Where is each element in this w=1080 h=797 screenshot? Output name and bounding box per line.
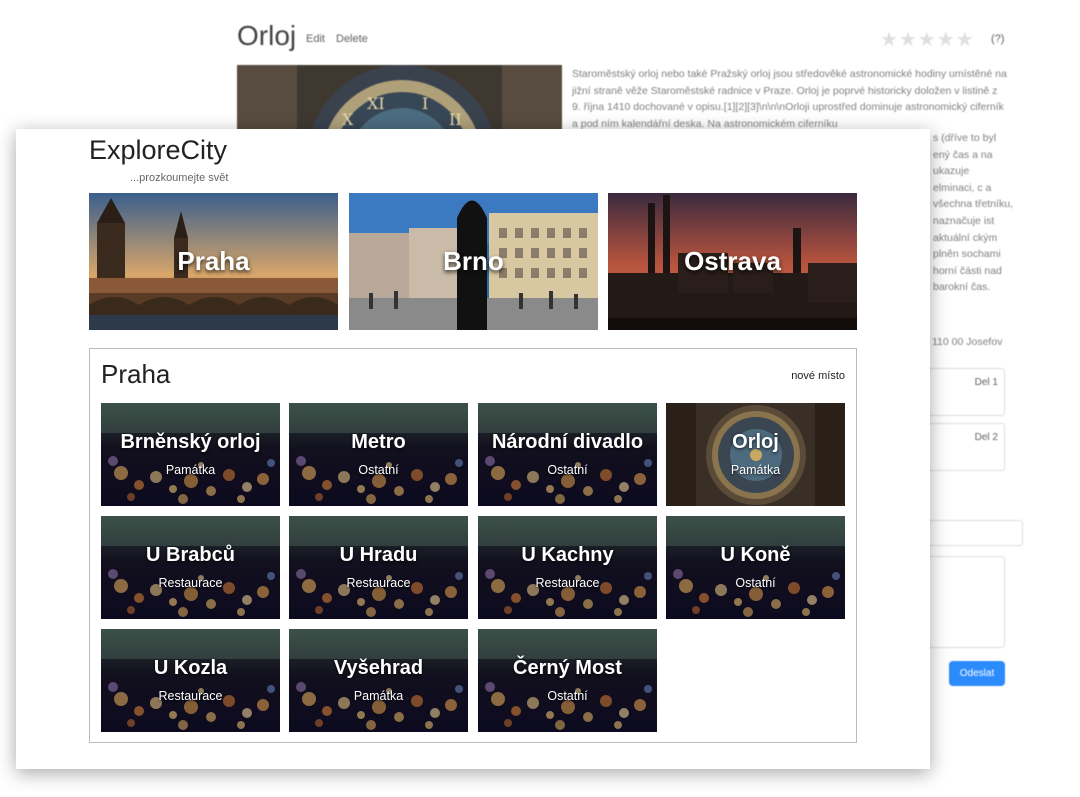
delete-link[interactable]: Delete bbox=[336, 33, 368, 45]
place-name: Národní divadlo bbox=[491, 431, 644, 453]
place-title: Orloj bbox=[237, 20, 297, 51]
bokeh-lights-image bbox=[101, 403, 280, 506]
panel-title: Praha bbox=[101, 359, 171, 389]
place-name: Orloj bbox=[732, 431, 779, 453]
screenshot-stage: Orloj Edit Delete ★★★★★ (?) X XI I II St… bbox=[0, 0, 1080, 797]
place-type: Památka bbox=[353, 689, 404, 703]
bokeh-lights-image bbox=[478, 403, 657, 506]
rating-count: (?) bbox=[991, 33, 1005, 45]
bokeh-lights-image bbox=[478, 516, 657, 619]
place-name: U Kozla bbox=[153, 657, 228, 679]
place-card[interactable]: Orloj Památka bbox=[666, 403, 845, 506]
bokeh-lights-image bbox=[289, 516, 468, 619]
place-name: U Hradu bbox=[339, 544, 418, 566]
place-name: U Brabců bbox=[146, 544, 235, 566]
new-place-link[interactable]: nové místo bbox=[791, 370, 845, 382]
city-tile-praha[interactable]: Praha bbox=[89, 193, 338, 330]
place-address: 110 00 Josefov bbox=[932, 336, 1003, 348]
place-name: Vyšehrad bbox=[333, 657, 424, 679]
place-type: Ostatní bbox=[547, 689, 588, 703]
city-name: Ostrava bbox=[684, 246, 781, 276]
svg-text:XI: XI bbox=[367, 94, 385, 113]
comment-delete-button[interactable]: Del 1 bbox=[975, 377, 998, 388]
place-type: Ostatní bbox=[358, 463, 399, 477]
place-type: Památka bbox=[730, 463, 781, 477]
place-type: Ostatní bbox=[547, 463, 588, 477]
svg-text:I: I bbox=[422, 94, 428, 113]
city-name: Praha bbox=[177, 246, 250, 276]
place-card[interactable]: U Kachny Restaurace bbox=[478, 516, 657, 619]
place-card[interactable]: U Koně Ostatní bbox=[666, 516, 845, 619]
place-card[interactable]: U Kozla Restaurace bbox=[101, 629, 280, 732]
place-card[interactable]: U Brabců Restaurace bbox=[101, 516, 280, 619]
bokeh-lights-image bbox=[478, 629, 657, 732]
place-description-continued: s (dříve to byl ený čas a na ukazuje elm… bbox=[933, 132, 1013, 294]
app-brand[interactable]: ExploreCity bbox=[89, 135, 227, 166]
place-name: Brněnský orloj bbox=[120, 431, 261, 453]
city-tile-brno[interactable]: Brno bbox=[349, 193, 598, 330]
place-type: Památka bbox=[165, 463, 216, 477]
svg-text:X: X bbox=[342, 110, 354, 129]
place-type: Restaurace bbox=[535, 576, 600, 590]
comment-delete-button[interactable]: Del 2 bbox=[975, 432, 998, 443]
astronomical-clock-image bbox=[666, 403, 845, 506]
send-button[interactable]: Odeslat bbox=[949, 661, 1005, 686]
place-card[interactable]: Národní divadlo Ostatní bbox=[478, 403, 657, 506]
bokeh-lights-image bbox=[101, 629, 280, 732]
place-name: Černý Most bbox=[513, 657, 622, 679]
bokeh-lights-image bbox=[666, 516, 845, 619]
star-rating-icon[interactable]: ★★★★★ bbox=[880, 27, 975, 52]
place-name: U Kachny bbox=[521, 544, 614, 566]
place-type: Restaurace bbox=[158, 689, 223, 703]
place-name: Metro bbox=[351, 431, 406, 453]
city-tile-ostrava[interactable]: Ostrava bbox=[608, 193, 857, 330]
bokeh-lights-image bbox=[289, 403, 468, 506]
bokeh-lights-image bbox=[289, 629, 468, 732]
place-type: Restaurace bbox=[158, 576, 223, 590]
place-card[interactable]: U Hradu Restaurace bbox=[289, 516, 468, 619]
place-description: Staroměstský orloj nebo také Pražský orl… bbox=[572, 68, 1007, 130]
places-panel: Praha nové místo Brněnský orloj Památka Me… bbox=[89, 348, 857, 743]
edit-link[interactable]: Edit bbox=[306, 33, 325, 45]
place-card[interactable]: Černý Most Ostatní bbox=[478, 629, 657, 732]
city-name: Brno bbox=[443, 246, 504, 276]
explorecity-window: ExploreCity ...prozkoumejte svět Praha B… bbox=[16, 129, 930, 769]
bokeh-lights-image bbox=[101, 516, 280, 619]
place-type: Ostatní bbox=[735, 576, 776, 590]
place-card[interactable]: Vyšehrad Památka bbox=[289, 629, 468, 732]
svg-text:II: II bbox=[449, 110, 462, 129]
place-name: U Koně bbox=[720, 544, 791, 566]
app-tagline: ...prozkoumejte svět bbox=[130, 172, 229, 184]
place-card[interactable]: Brněnský orloj Památka bbox=[101, 403, 280, 506]
place-card[interactable]: Metro Ostatní bbox=[289, 403, 468, 506]
place-type: Restaurace bbox=[346, 576, 411, 590]
